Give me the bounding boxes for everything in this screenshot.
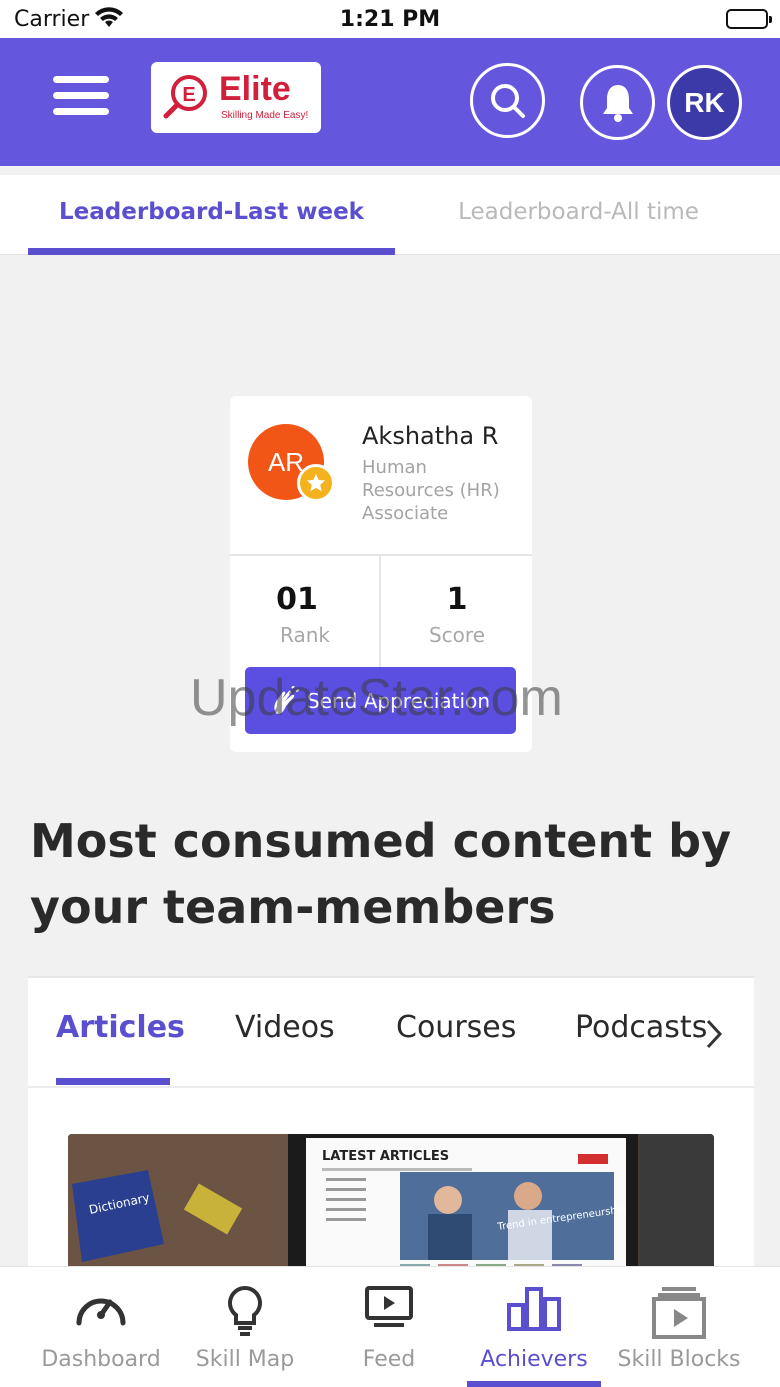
nav-feed[interactable]: Feed — [314, 1267, 464, 1387]
clock: 1:21 PM — [339, 7, 441, 32]
battery-icon — [726, 9, 772, 29]
score-stat: 1 Score — [382, 582, 532, 647]
content-tabs: Articles Videos Courses Podcasts — [28, 978, 754, 1088]
rank-value: 01 — [276, 582, 318, 617]
leader-role: Human Resources (HR) Associate — [362, 457, 500, 524]
logo-text: Elite — [219, 70, 291, 108]
hamburger-menu-icon[interactable] — [53, 76, 109, 116]
clap-hands-icon — [274, 685, 299, 714]
tab-courses[interactable]: Courses — [396, 1010, 516, 1045]
nav-skill-blocks[interactable]: Skill Blocks — [604, 1267, 754, 1387]
active-tab-indicator — [28, 248, 395, 255]
appreciation-label: Send Appreciation — [306, 688, 490, 713]
bottom-navigation: Dashboard Skill Map Feed Achievers Skill… — [0, 1266, 780, 1387]
rank-label: Rank — [280, 623, 330, 647]
bell-icon — [602, 84, 633, 122]
leaderboard-tabs: Leaderboard-Last week Leaderboard-All ti… — [0, 175, 780, 255]
nav-label: Dashboard — [41, 1347, 161, 1372]
play-screen-icon — [365, 1286, 413, 1327]
leader-name: Akshatha R — [362, 422, 499, 450]
tab-articles[interactable]: Articles — [56, 1010, 185, 1045]
profile-avatar[interactable]: RK — [667, 65, 742, 140]
magnifier-logo-icon: E — [163, 75, 207, 119]
divider — [230, 554, 532, 556]
chevron-right-icon[interactable] — [704, 1018, 724, 1050]
nav-achievers[interactable]: Achievers — [459, 1267, 609, 1387]
star-badge-icon — [297, 464, 335, 502]
search-button[interactable] — [470, 63, 545, 138]
stacked-play-icon — [652, 1287, 706, 1339]
nav-skill-map[interactable]: Skill Map — [170, 1267, 320, 1387]
notifications-button[interactable] — [580, 65, 655, 140]
tab-label: Leaderboard-Last week — [59, 199, 364, 225]
send-appreciation-button[interactable]: Send Appreciation — [245, 667, 516, 734]
rank-stat: 01 Rank — [230, 582, 380, 647]
active-nav-indicator — [467, 1381, 601, 1387]
speedometer-icon — [76, 1298, 126, 1326]
lightbulb-icon — [228, 1285, 262, 1336]
content-panel: Articles Videos Courses Podcasts Diction… — [28, 976, 754, 1278]
nav-label: Feed — [362, 1347, 416, 1372]
tab-videos[interactable]: Videos — [235, 1010, 335, 1045]
score-label: Score — [428, 623, 485, 647]
thumbnail-heading: LATEST ARTICLES — [322, 1149, 449, 1164]
nav-label: Skill Blocks — [617, 1347, 741, 1372]
app-header: E Elite Skilling Made Easy! RK — [0, 38, 780, 166]
tab-leaderboard-all-time[interactable]: Leaderboard-All time — [395, 175, 762, 255]
nav-dashboard[interactable]: Dashboard — [26, 1267, 176, 1387]
nav-label: Achievers — [480, 1347, 588, 1372]
tab-label: Leaderboard-All time — [458, 199, 699, 225]
status-bar: Carrier 1:21 PM — [0, 0, 780, 38]
logo-tagline: Skilling Made Easy! — [221, 110, 309, 121]
search-icon — [490, 83, 525, 118]
leader-card: AR Akshatha R Human Resources (HR) Assoc… — [230, 396, 532, 752]
svg-text:E: E — [182, 84, 195, 106]
elite-logo[interactable]: E Elite Skilling Made Easy! — [151, 62, 321, 133]
active-tab-indicator — [56, 1078, 170, 1085]
tab-leaderboard-last-week[interactable]: Leaderboard-Last week — [28, 175, 395, 255]
score-value: 1 — [446, 582, 468, 617]
bar-chart-icon — [507, 1287, 561, 1331]
section-title: Most consumed content by your team-membe… — [30, 814, 732, 934]
tab-podcasts[interactable]: Podcasts — [575, 1010, 707, 1045]
article-thumbnail[interactable]: Dictionary LATEST ARTICLES Trend in entr… — [68, 1134, 714, 1278]
nav-label: Skill Map — [195, 1347, 295, 1372]
